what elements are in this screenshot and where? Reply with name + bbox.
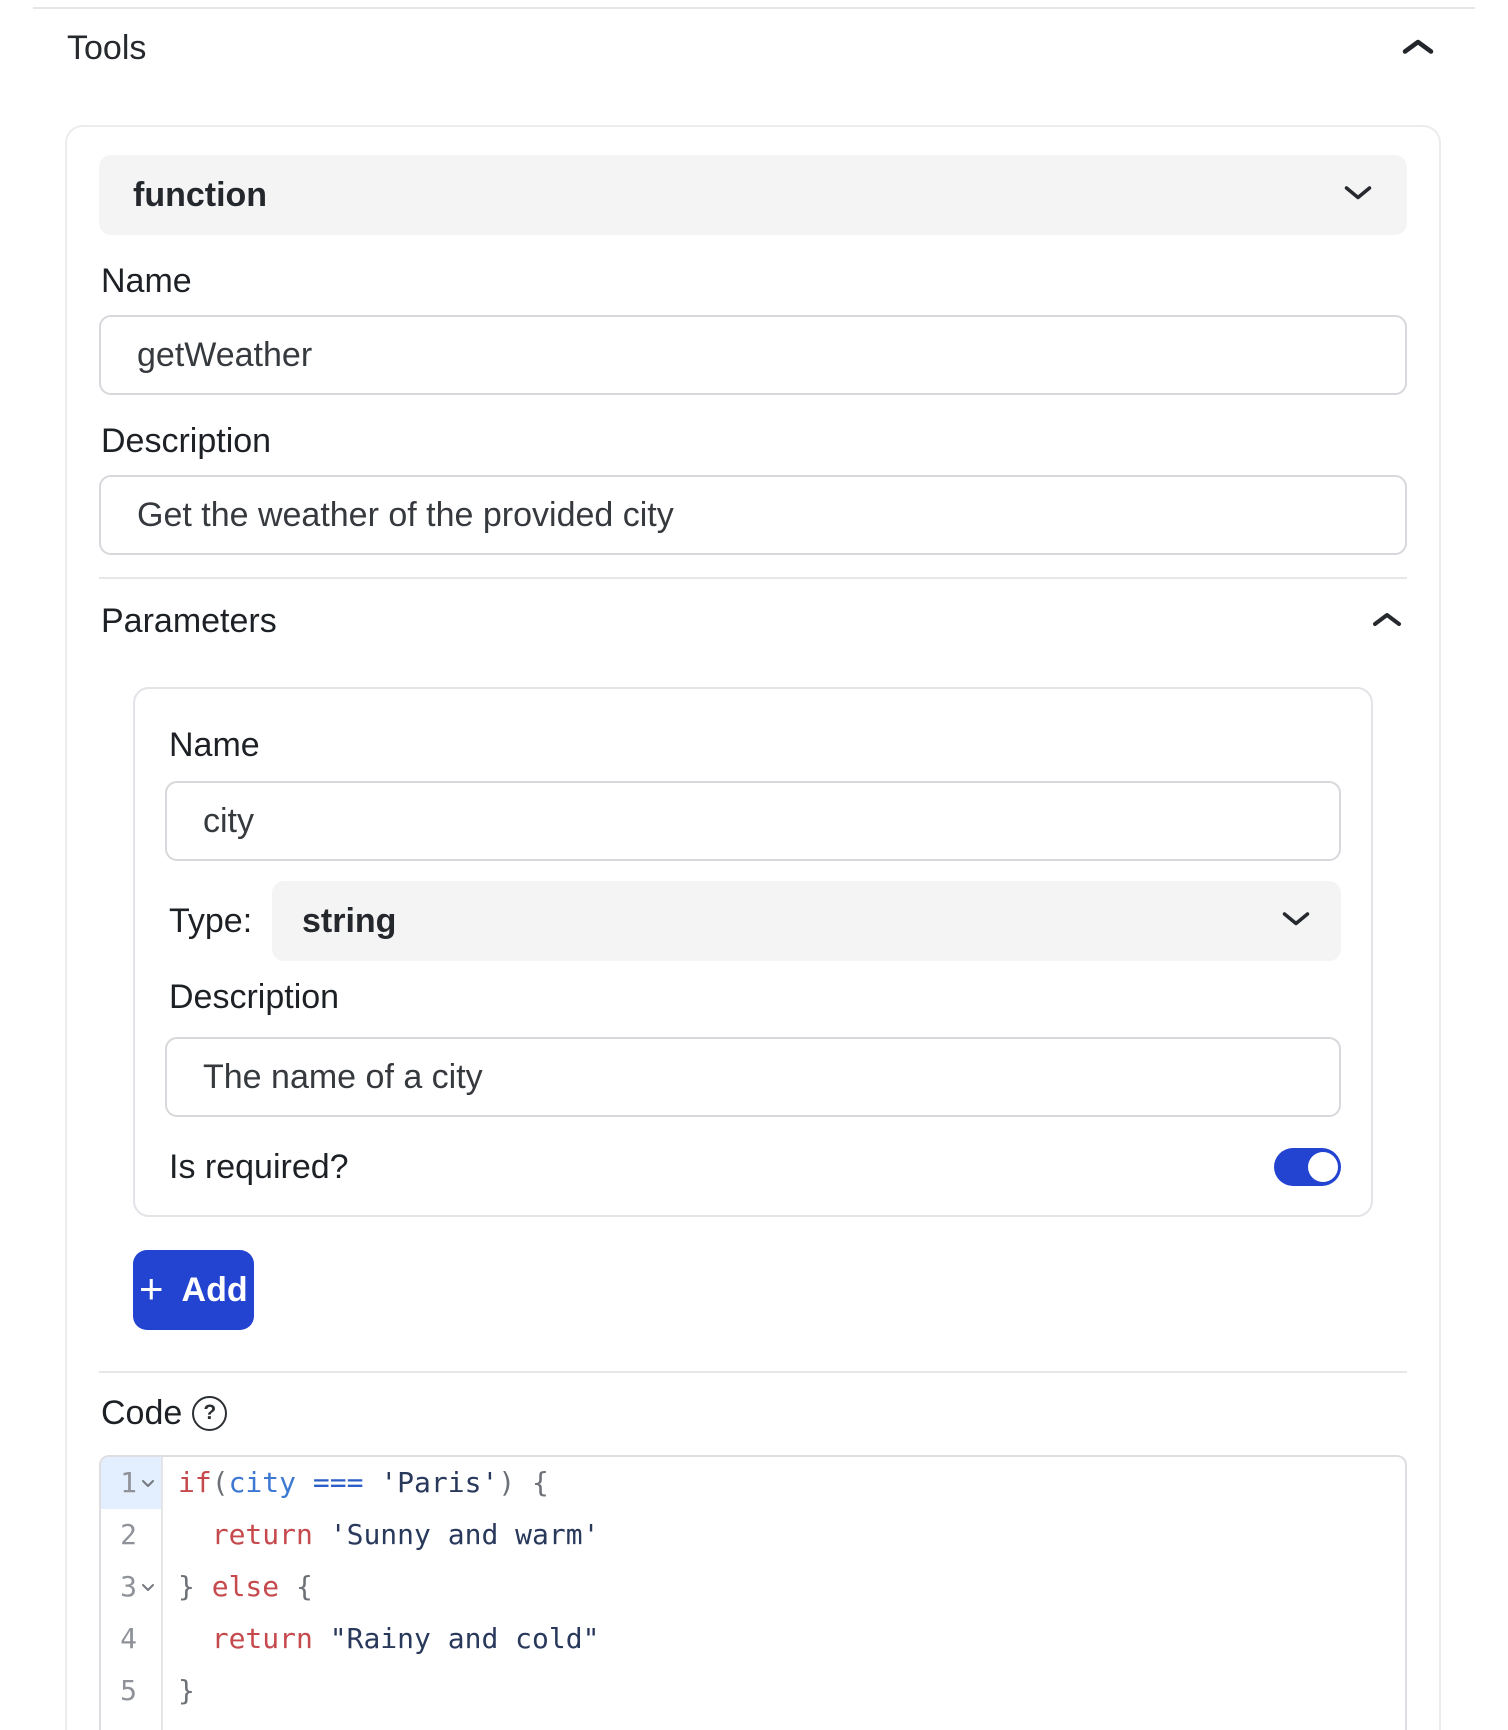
code-line: return "Rainy and cold" bbox=[178, 1613, 1405, 1665]
parameter-type-select[interactable]: string bbox=[272, 881, 1341, 961]
parameter-type-label: Type: bbox=[165, 902, 272, 941]
code-token: === bbox=[313, 1466, 364, 1499]
code-token: 'Paris' bbox=[380, 1466, 498, 1499]
fold-chevron-icon[interactable] bbox=[137, 1479, 159, 1488]
plus-icon: + bbox=[139, 1268, 164, 1310]
parameter-required-label: Is required? bbox=[165, 1148, 349, 1187]
code-token: city bbox=[229, 1466, 296, 1499]
gutter-line: 3 bbox=[101, 1561, 161, 1613]
question-mark-circle-icon[interactable]: ? bbox=[192, 1396, 227, 1431]
code-token: 'Sunny and warm' bbox=[330, 1518, 600, 1551]
code-token bbox=[363, 1466, 380, 1499]
gutter-line: 2 bbox=[101, 1509, 161, 1561]
tool-card: function Name Description Parameters Nam… bbox=[65, 125, 1441, 1730]
parameter-description-input[interactable] bbox=[165, 1037, 1341, 1117]
code-token bbox=[313, 1518, 330, 1551]
code-token: { bbox=[279, 1570, 313, 1603]
code-token bbox=[296, 1466, 313, 1499]
parameter-type-value: string bbox=[302, 902, 1281, 941]
gutter-line: 5 bbox=[101, 1665, 161, 1717]
gutter-line: 4 bbox=[101, 1613, 161, 1665]
code-header: Code ? bbox=[99, 1393, 1407, 1433]
gutter-line: 1 bbox=[101, 1457, 161, 1509]
parameter-description-label: Description bbox=[169, 977, 1337, 1017]
code-line: } else { bbox=[178, 1561, 1405, 1613]
chevron-down-icon bbox=[1281, 910, 1311, 933]
code-token: ) { bbox=[498, 1466, 549, 1499]
line-number: 4 bbox=[120, 1613, 137, 1665]
parameter-name-input[interactable] bbox=[165, 781, 1341, 861]
code-line: } bbox=[178, 1665, 1405, 1717]
line-number: 3 bbox=[120, 1561, 137, 1613]
parameter-type-row: Type: string bbox=[165, 881, 1341, 961]
code-token: } bbox=[178, 1570, 212, 1603]
code-token: } bbox=[178, 1674, 195, 1707]
code-editor[interactable]: 12345 if(city === 'Paris') { return 'Sun… bbox=[99, 1455, 1407, 1730]
code-line: if(city === 'Paris') { bbox=[178, 1457, 1405, 1509]
tool-name-input[interactable] bbox=[99, 315, 1407, 395]
code-token: return bbox=[212, 1518, 313, 1551]
code-token: ( bbox=[212, 1466, 229, 1499]
code-gutter: 12345 bbox=[101, 1457, 163, 1730]
tool-type-select[interactable]: function bbox=[99, 155, 1407, 235]
tool-description-input[interactable] bbox=[99, 475, 1407, 555]
tool-type-value: function bbox=[133, 176, 1343, 215]
add-parameter-button[interactable]: + Add bbox=[133, 1250, 254, 1330]
top-divider bbox=[33, 7, 1475, 9]
chevron-up-icon bbox=[1401, 37, 1435, 60]
code-line: return 'Sunny and warm' bbox=[178, 1509, 1405, 1561]
code-token bbox=[178, 1518, 212, 1551]
code-token: "Rainy and cold" bbox=[330, 1622, 600, 1655]
code-token bbox=[178, 1622, 212, 1655]
parameters-collapse-button[interactable] bbox=[1367, 606, 1407, 636]
tool-name-label: Name bbox=[101, 261, 1405, 301]
line-number: 2 bbox=[120, 1509, 137, 1561]
parameters-title: Parameters bbox=[101, 601, 277, 641]
code-token: else bbox=[212, 1570, 279, 1603]
tools-panel: Tools function Name Description Paramete… bbox=[0, 0, 1508, 1730]
toggle-knob bbox=[1308, 1152, 1338, 1182]
code-content: if(city === 'Paris') { return 'Sunny and… bbox=[163, 1457, 1405, 1730]
code-token: if bbox=[178, 1466, 212, 1499]
required-toggle[interactable] bbox=[1274, 1148, 1341, 1186]
add-button-label: Add bbox=[182, 1271, 248, 1310]
tools-header: Tools bbox=[67, 30, 1439, 66]
code-divider bbox=[99, 1371, 1407, 1373]
fold-chevron-icon[interactable] bbox=[137, 1583, 159, 1592]
code-label: Code bbox=[101, 1393, 182, 1433]
tools-collapse-button[interactable] bbox=[1397, 33, 1439, 64]
parameters-divider bbox=[99, 577, 1407, 579]
code-token: return bbox=[212, 1622, 313, 1655]
code-token bbox=[313, 1622, 330, 1655]
parameter-card: Name Type: string Description Is require… bbox=[133, 687, 1373, 1217]
parameter-required-row: Is required? bbox=[165, 1145, 1341, 1189]
tools-title: Tools bbox=[67, 30, 146, 66]
tool-description-label: Description bbox=[101, 421, 1405, 461]
parameters-header: Parameters bbox=[99, 601, 1407, 641]
chevron-down-icon bbox=[1343, 184, 1373, 207]
line-number: 5 bbox=[120, 1665, 137, 1717]
chevron-up-icon bbox=[1371, 610, 1403, 632]
line-number: 1 bbox=[120, 1457, 137, 1509]
parameter-name-label: Name bbox=[169, 725, 1337, 765]
